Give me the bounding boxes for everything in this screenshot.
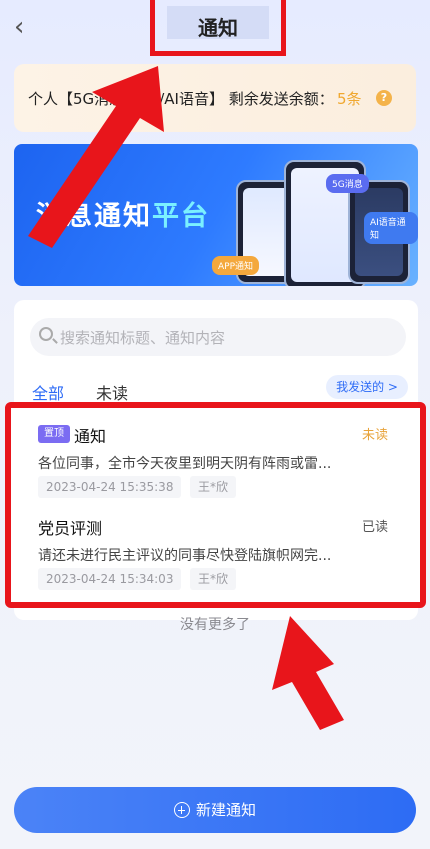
new-notification-button[interactable]: 新建通知 xyxy=(14,787,416,833)
quota-banner: 个人【5G消息/短信/AI语音】 剩余发送余额： 5条 ? xyxy=(14,64,416,132)
banner-title-main: 消息通知 xyxy=(36,201,152,232)
item-description: 各位同事，全市今天夜里到明天阴有阵雨或雷... xyxy=(38,456,332,472)
status-badge: 已读 xyxy=(361,520,388,535)
help-icon[interactable]: ? xyxy=(376,90,392,106)
tag-app-notice: APP通知 xyxy=(212,256,260,275)
item-title: 党员评测 xyxy=(38,519,103,538)
header: ‹ 通知 xyxy=(0,0,430,56)
banner-title: 消息通知平台 xyxy=(36,194,210,233)
no-more-text: 没有更多了 xyxy=(180,617,250,633)
item-time: 2023-04-24 15:34:03 xyxy=(38,568,182,590)
tag-5g-message: 5G消息 xyxy=(326,174,369,193)
search-input[interactable]: 搜索通知标题、通知内容 xyxy=(30,318,406,356)
promo-banner[interactable]: 消息通知平台 5G消息 AI语音通知 APP通知 xyxy=(14,144,418,286)
quota-text: 个人【5G消息/短信/AI语音】 剩余发送余额： xyxy=(28,90,334,108)
banner-title-accent: 平台 xyxy=(152,201,210,232)
item-title: 通知 xyxy=(74,427,107,446)
back-icon[interactable]: ‹ xyxy=(14,12,40,42)
page-title: 通知 xyxy=(198,16,238,40)
list-item[interactable]: 党员评测 已读 请还未进行民主评议的同事尽快登陆旗帜网完... 2023-04-… xyxy=(22,512,402,602)
new-notification-label: 新建通知 xyxy=(195,801,256,819)
item-time: 2023-04-24 15:35:38 xyxy=(38,476,182,498)
plus-circle-icon xyxy=(173,802,190,818)
quota-value: 5条 xyxy=(337,90,362,108)
pinned-badge: 置顶 xyxy=(38,425,70,443)
item-sender: 王*欣 xyxy=(190,476,237,498)
list-item[interactable]: 置顶 通知 未读 各位同事，全市今天夜里到明天阴有阵雨或雷... 2023-04… xyxy=(22,420,402,510)
search-icon xyxy=(39,327,53,341)
status-badge: 未读 xyxy=(361,428,388,443)
tab-unread[interactable]: 未读 xyxy=(96,380,128,404)
item-sender: 王*欣 xyxy=(190,568,237,590)
tag-ai-voice: AI语音通知 xyxy=(364,212,418,244)
search-placeholder: 搜索通知标题、通知内容 xyxy=(60,329,226,347)
my-sent-button[interactable]: 我发送的 > xyxy=(326,375,408,399)
tab-all[interactable]: 全部 xyxy=(32,380,64,404)
item-description: 请还未进行民主评议的同事尽快登陆旗帜网完... xyxy=(38,548,332,564)
title-highlight-box: 通知 xyxy=(150,0,286,56)
